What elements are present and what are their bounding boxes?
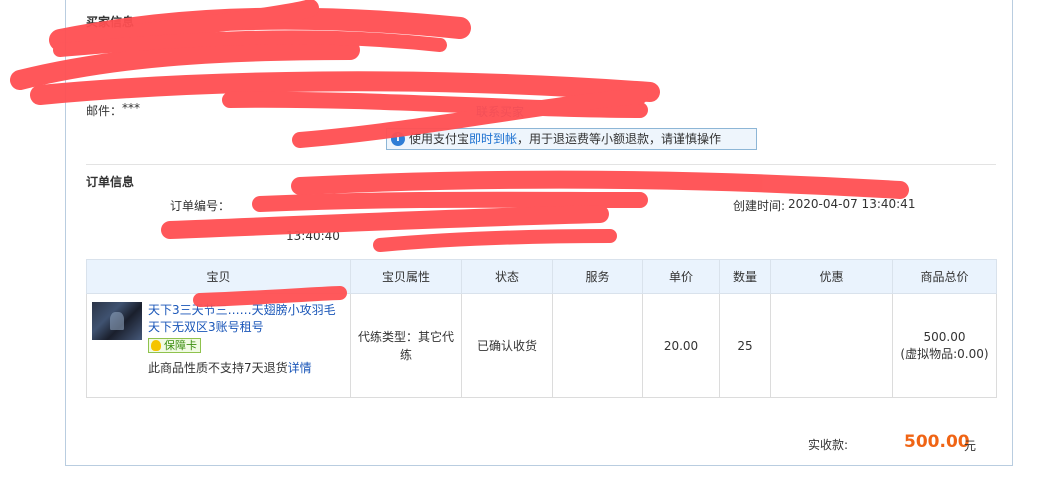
order-info-title: 订单信息 bbox=[86, 175, 135, 189]
guarantee-badge[interactable]: 保障卡 bbox=[148, 338, 201, 353]
buyer-email-value: *** bbox=[122, 101, 140, 115]
item-total-amount: 500.00 bbox=[923, 329, 966, 344]
header-service: 服务 bbox=[552, 259, 643, 294]
item-discount bbox=[770, 293, 893, 398]
header-attribute: 宝贝属性 bbox=[350, 259, 462, 294]
second-row-time: 13:40:40 bbox=[286, 229, 340, 243]
created-time-value: 2020-04-07 13:40:41 bbox=[788, 197, 916, 211]
header-quantity: 数量 bbox=[719, 259, 771, 294]
paid-unit: 元 bbox=[964, 439, 977, 453]
no-return-note: 此商品性质不支持7天退货详情 bbox=[148, 359, 346, 376]
item-cell: 天下3三天节三……天翅膀小攻羽毛天下无双区3账号租号 保障卡 此商品性质不支持7… bbox=[86, 293, 351, 398]
order-number-label: 订单编号： bbox=[170, 199, 231, 213]
header-item: 宝贝 bbox=[86, 259, 351, 294]
header-total: 商品总价 bbox=[892, 259, 997, 294]
item-total: 500.00 (虚拟物品:0.00) bbox=[892, 293, 997, 398]
table-row: 天下3三天节三……天翅膀小攻羽毛天下无双区3账号租号 保障卡 此商品性质不支持7… bbox=[86, 293, 997, 398]
section-divider bbox=[86, 164, 996, 165]
header-unit-price: 单价 bbox=[642, 259, 720, 294]
notice-prefix: 使用支付宝 bbox=[409, 132, 470, 146]
order-items-table: 宝贝 宝贝属性 状态 服务 单价 数量 优惠 商品总价 天下3三天节三……天翅膀… bbox=[86, 259, 997, 398]
item-title-link[interactable]: 天下3三天节三……天翅膀小攻羽毛天下无双区3账号租号 bbox=[148, 302, 346, 336]
item-virtual-amount: (虚拟物品:0.00) bbox=[900, 346, 989, 361]
item-unit-price: 20.00 bbox=[642, 293, 720, 398]
buyer-email-label: 邮件： bbox=[86, 104, 123, 118]
item-attribute: 代练类型：其它代练 bbox=[350, 293, 462, 398]
item-quantity: 25 bbox=[719, 293, 771, 398]
header-discount: 优惠 bbox=[770, 259, 893, 294]
bulb-icon bbox=[151, 340, 161, 351]
paid-label: 实收款: bbox=[808, 438, 849, 452]
item-thumbnail[interactable] bbox=[92, 302, 142, 340]
header-status: 状态 bbox=[461, 259, 553, 294]
created-time-label: 创建时间: bbox=[733, 199, 786, 213]
no-return-details-link[interactable]: 详情 bbox=[288, 361, 312, 375]
contact-buyer-link[interactable]: 联系买家 bbox=[476, 103, 524, 120]
refund-notice: i 使用支付宝即时到帐，用于退运费等小额退款，请谨慎操作 bbox=[386, 128, 757, 150]
instant-transfer-link[interactable]: 即时到帐 bbox=[469, 132, 517, 146]
no-return-text: 此商品性质不支持7天退货 bbox=[148, 361, 288, 375]
guarantee-badge-label: 保障卡 bbox=[164, 339, 197, 352]
paid-amount: 500.00 bbox=[904, 432, 970, 452]
notice-suffix: ，用于退运费等小额退款，请谨慎操作 bbox=[517, 132, 722, 146]
item-service bbox=[552, 293, 643, 398]
buyer-info-title: 买家信息 bbox=[86, 15, 135, 29]
info-icon: i bbox=[391, 132, 405, 146]
table-header-row: 宝贝 宝贝属性 状态 服务 单价 数量 优惠 商品总价 bbox=[86, 259, 997, 294]
item-status: 已确认收货 bbox=[461, 293, 553, 398]
